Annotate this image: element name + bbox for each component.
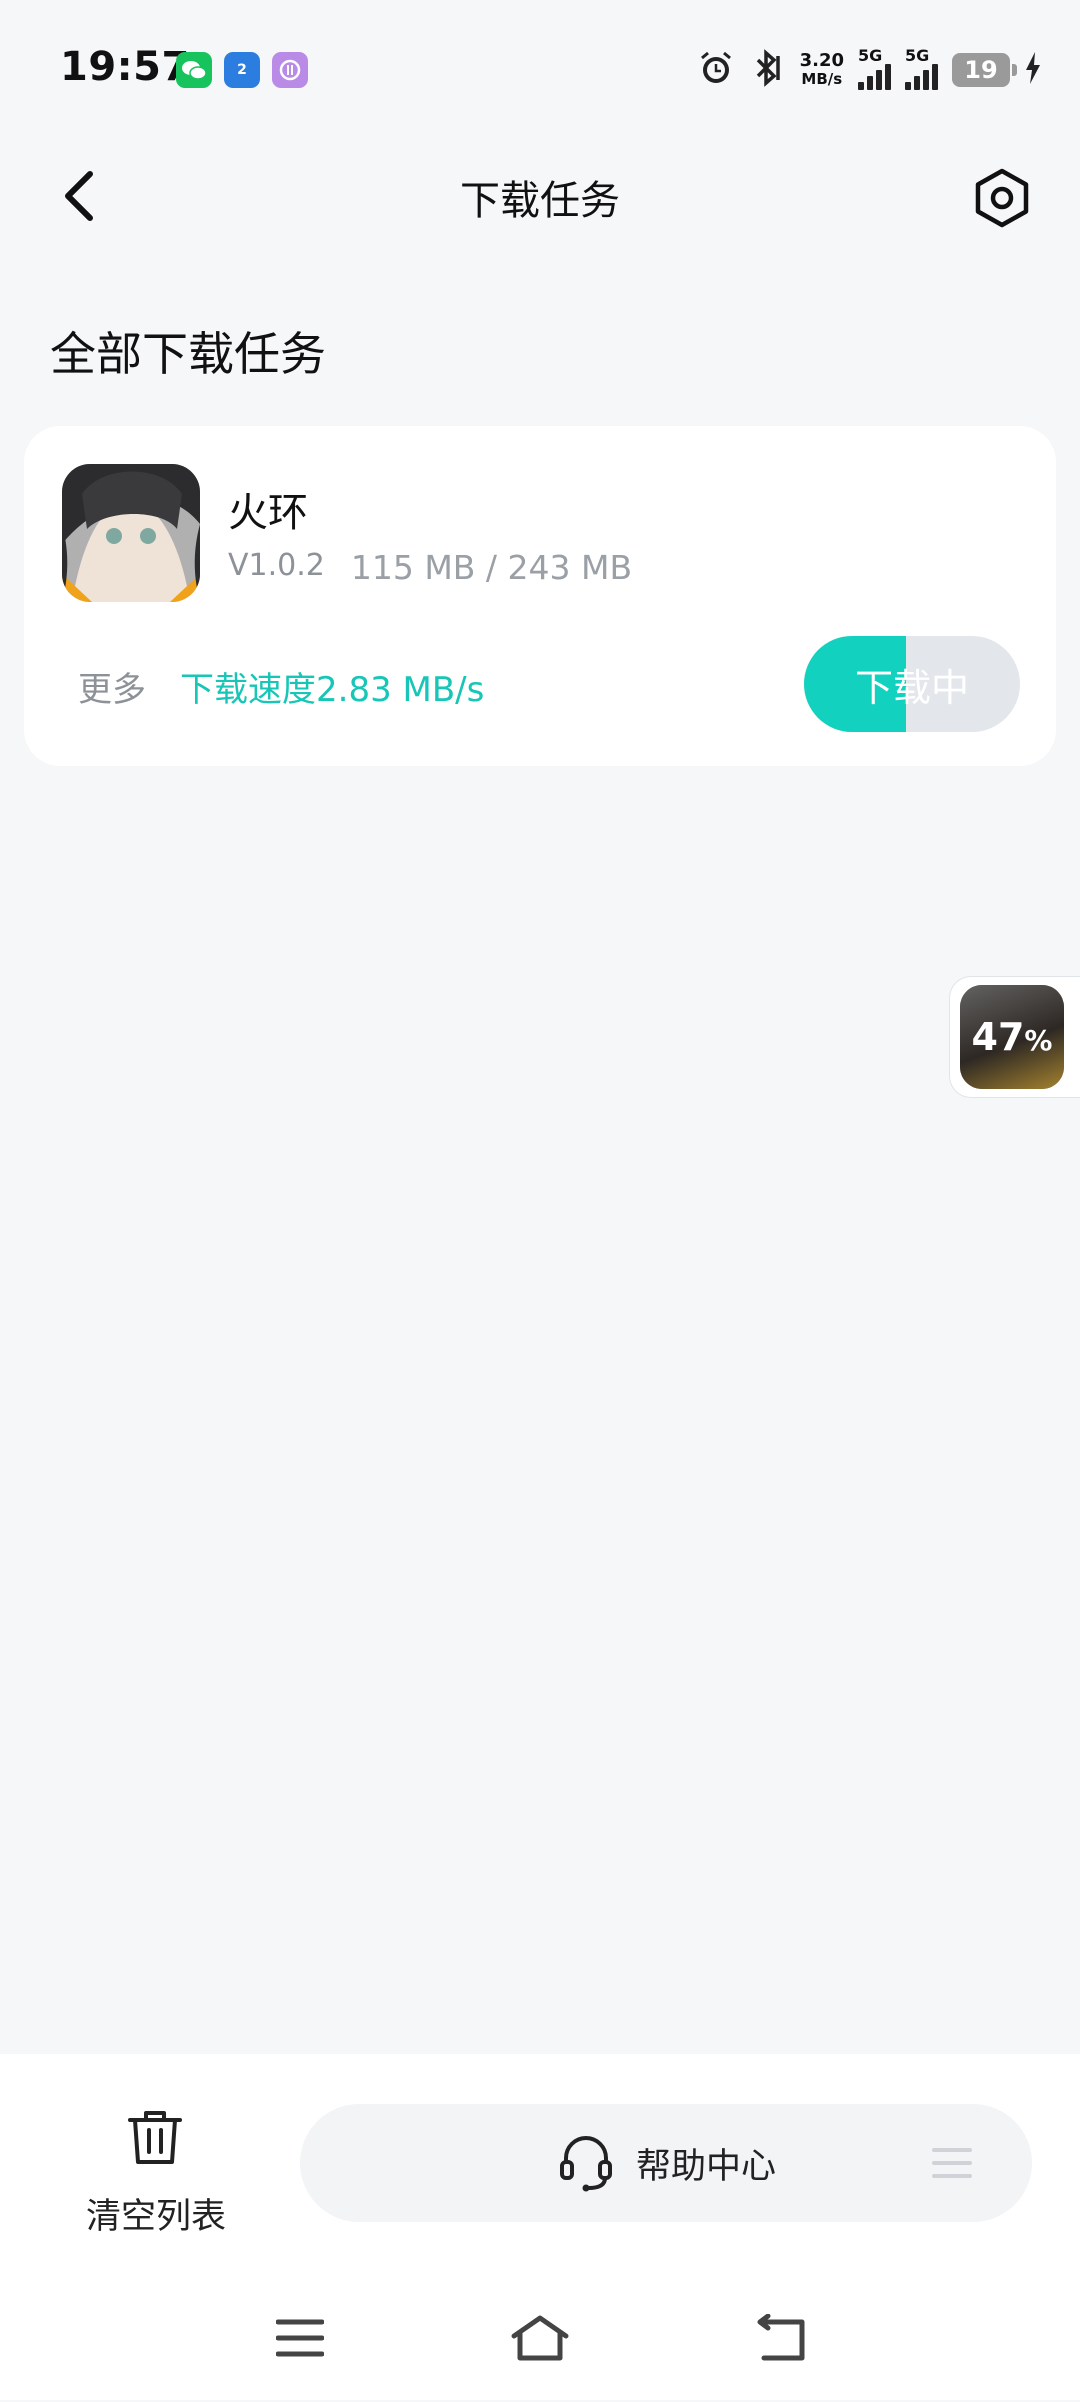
page-title: 下载任务 <box>460 178 620 224</box>
settings-button[interactable] <box>970 166 1034 230</box>
signal-2-icon: 5G <box>905 46 938 90</box>
menu-icon <box>932 2148 972 2178</box>
downloading-label: 下载中 <box>854 665 969 710</box>
more-button[interactable]: 更多 <box>78 662 146 711</box>
app-meta: V1.0.2 115 MB / 243 MB <box>228 548 632 587</box>
status-bar: 19:57 2 3.20 MB/s 5G 5G 19 <box>0 0 1080 140</box>
download-size: 115 MB / 243 MB <box>350 548 633 587</box>
app-version: V1.0.2 <box>228 548 325 583</box>
bluetooth-icon <box>750 48 786 92</box>
help-center-button[interactable]: 帮助中心 <box>300 2104 1032 2222</box>
floating-percent: 47% <box>971 1015 1053 1059</box>
recent-apps-icon <box>276 2319 324 2357</box>
nav-back-button[interactable] <box>745 2308 815 2368</box>
system-navigation-bar <box>0 2262 1080 2402</box>
app-name: 火环 <box>228 490 308 536</box>
wechat-icon <box>176 52 212 88</box>
app-icon[interactable] <box>62 464 200 602</box>
status-icons: 3.20 MB/s 5G 5G 19 <box>696 46 1042 94</box>
status-time: 19:57 <box>60 44 190 90</box>
download-speed: 下载速度2.83 MB/s <box>180 670 485 710</box>
settings-hexagon-icon <box>975 168 1029 228</box>
section-title: 全部下载任务 <box>50 327 326 381</box>
nav-home-button[interactable] <box>505 2308 575 2368</box>
battery-icon: 19 <box>952 53 1017 87</box>
network-speed: 3.20 MB/s <box>799 50 844 89</box>
downloading-button[interactable]: 下载中 <box>804 636 1020 732</box>
signal-1-icon: 5G <box>858 46 891 90</box>
soul-app-icon <box>272 52 308 88</box>
alarm-icon <box>696 48 736 92</box>
floating-app-thumbnail: 47% <box>960 985 1064 1089</box>
hotspot-badge: 2 <box>237 62 247 78</box>
clear-list-button[interactable]: 清空列表 <box>76 2106 236 2237</box>
trash-icon <box>128 2111 182 2164</box>
home-icon <box>511 2315 569 2361</box>
charging-icon <box>1024 51 1042 89</box>
help-center-label: 帮助中心 <box>636 2147 777 2187</box>
clear-list-label: 清空列表 <box>85 2197 226 2237</box>
nav-menu-button[interactable] <box>265 2308 335 2368</box>
hotspot-icon: 2 <box>224 52 260 88</box>
download-task-card: 火环 V1.0.2 115 MB / 243 MB 更多 下载速度2.83 MB… <box>24 426 1056 766</box>
floating-download-progress[interactable]: 47% <box>949 976 1080 1098</box>
headset-icon <box>560 2136 612 2192</box>
back-icon <box>757 2314 805 2361</box>
